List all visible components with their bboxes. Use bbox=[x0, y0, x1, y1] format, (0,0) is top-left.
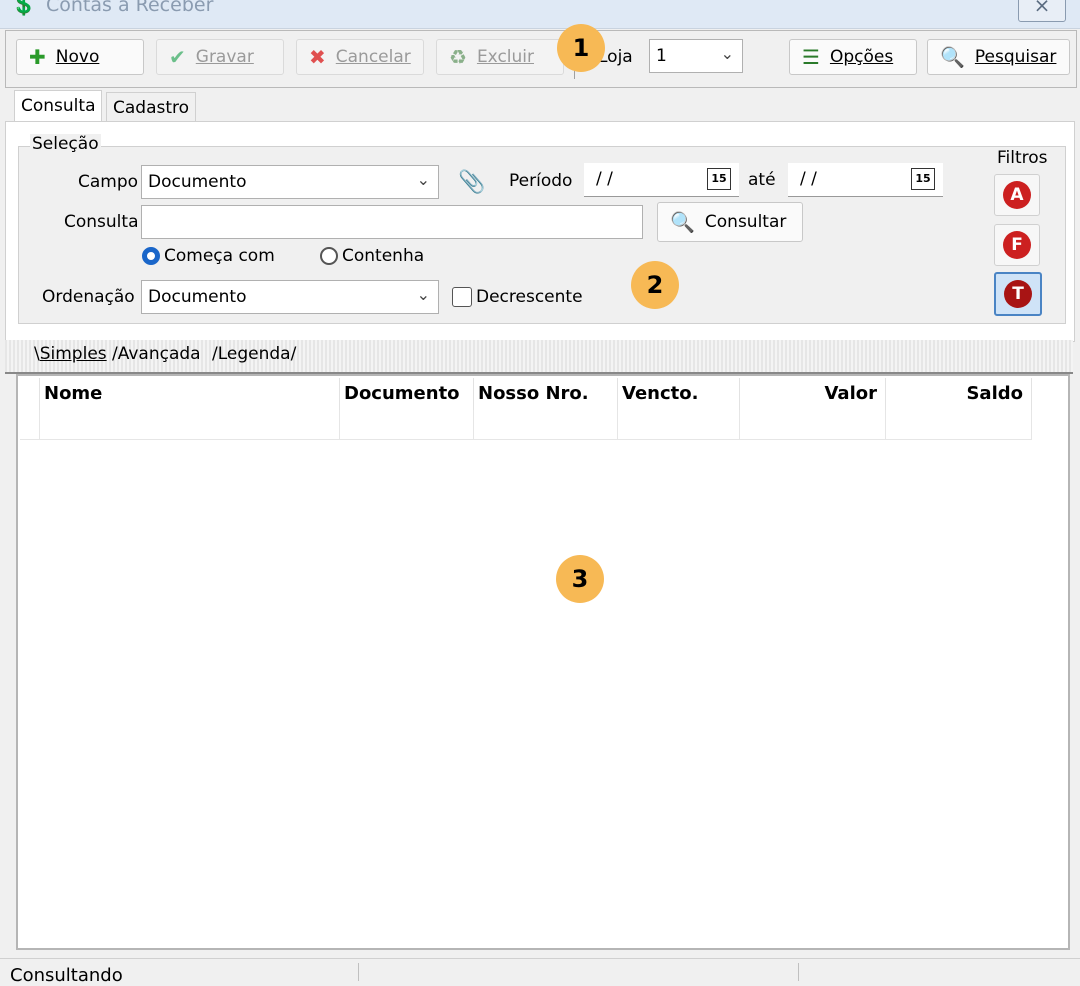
radio-contenha-label: Contenha bbox=[342, 246, 425, 266]
chevron-down-icon: ⌄ bbox=[416, 285, 430, 304]
subtab-avancada-label: Avançada bbox=[117, 344, 201, 364]
filtro-f-button[interactable]: F bbox=[994, 224, 1040, 266]
status-separator bbox=[798, 963, 799, 981]
radio-unselected-icon bbox=[320, 247, 338, 265]
checkbox-icon bbox=[452, 287, 472, 307]
filter-a-icon: A bbox=[1003, 181, 1031, 209]
filtro-t-button[interactable]: T bbox=[994, 272, 1042, 316]
radio-contenha[interactable]: Contenha bbox=[320, 246, 424, 266]
subtab-legenda-label: Legenda bbox=[217, 344, 291, 364]
consulta-input[interactable] bbox=[141, 205, 643, 239]
ordenacao-select[interactable]: Documento ⌄ bbox=[141, 280, 439, 314]
close-icon: ⨯ bbox=[1033, 0, 1051, 17]
novo-label: Novo bbox=[55, 47, 100, 67]
table-cell[interactable] bbox=[618, 410, 740, 440]
window-title: Contas a Receber bbox=[46, 0, 214, 16]
loja-select[interactable]: 1 ⌄ bbox=[649, 39, 743, 73]
pesquisar-button[interactable]: 🔍 Pesquisar bbox=[927, 39, 1070, 75]
col-header-documento[interactable]: Documento bbox=[340, 378, 474, 410]
selecao-label: Seleção bbox=[30, 134, 101, 154]
col-header-vencto[interactable]: Vencto. bbox=[618, 378, 740, 410]
periodo-from-value: / / bbox=[596, 169, 613, 189]
periodo-to-field[interactable]: / / 15 bbox=[788, 163, 943, 197]
filtro-a-button[interactable]: A bbox=[994, 174, 1040, 216]
periodo-from-field[interactable]: / / 15 bbox=[584, 163, 739, 197]
consultar-label: Consultar bbox=[704, 212, 787, 232]
table-cell[interactable] bbox=[740, 410, 886, 440]
consulta-label: Consulta bbox=[64, 212, 139, 232]
callout-badge-3: 3 bbox=[556, 555, 604, 603]
excluir-button[interactable]: ♻ Excluir bbox=[436, 39, 564, 75]
loja-value: 1 bbox=[656, 46, 667, 66]
ordenacao-value: Documento bbox=[148, 287, 247, 307]
ate-label: até bbox=[748, 170, 776, 190]
col-header-saldo[interactable]: Saldo bbox=[886, 378, 1032, 410]
new-document-icon: ✚ bbox=[29, 45, 46, 69]
opcoes-label: Opções bbox=[829, 47, 894, 67]
results-grid[interactable] bbox=[16, 374, 1070, 950]
col-header-nome[interactable]: Nome bbox=[40, 378, 340, 410]
status-bar: Consultando bbox=[0, 958, 1080, 986]
pesquisar-label: Pesquisar bbox=[974, 47, 1057, 67]
radio-comeca-com[interactable]: Começa com bbox=[142, 246, 275, 266]
paperclip-icon[interactable]: 📎 bbox=[458, 170, 485, 195]
subtab-legenda[interactable]: /Legenda/ bbox=[212, 344, 296, 364]
filter-t-icon: T bbox=[1004, 280, 1032, 308]
table-row[interactable] bbox=[20, 410, 40, 440]
status-separator bbox=[358, 963, 359, 981]
chevron-down-icon: ⌄ bbox=[416, 170, 430, 189]
cancel-icon: ✖ bbox=[309, 45, 326, 69]
decrescente-checkbox[interactable]: Decrescente bbox=[452, 287, 583, 307]
calendar-icon[interactable]: 15 bbox=[707, 168, 731, 190]
filtros-label: Filtros bbox=[997, 148, 1048, 168]
subtab-simples[interactable]: \Simples bbox=[34, 344, 107, 364]
radio-selected-icon bbox=[142, 247, 160, 265]
novo-button[interactable]: ✚ Novo bbox=[16, 39, 144, 75]
table-cell[interactable] bbox=[40, 410, 340, 440]
filter-f-icon: F bbox=[1003, 231, 1031, 259]
decrescente-label: Decrescente bbox=[476, 287, 583, 307]
campo-select[interactable]: Documento ⌄ bbox=[141, 165, 439, 199]
table-cell[interactable] bbox=[886, 410, 1032, 440]
col-header-valor[interactable]: Valor bbox=[740, 378, 886, 410]
consultar-button[interactable]: 🔍 Consultar bbox=[657, 202, 803, 242]
excluir-label: Excluir bbox=[476, 47, 534, 67]
chevron-down-icon: ⌄ bbox=[720, 44, 734, 63]
tab-consulta[interactable]: Consulta bbox=[14, 90, 103, 121]
filtros-panel: Filtros A F T bbox=[986, 148, 1054, 320]
col-header-nosso-nro[interactable]: Nosso Nro. bbox=[474, 378, 618, 410]
magnifier-icon: 🔍 bbox=[670, 210, 695, 234]
subtab-avancada[interactable]: /Avançada bbox=[112, 344, 201, 364]
periodo-label: Período bbox=[509, 171, 573, 191]
table-cell[interactable] bbox=[474, 410, 618, 440]
cancelar-button[interactable]: ✖ Cancelar bbox=[296, 39, 424, 75]
gravar-label: Gravar bbox=[195, 47, 254, 67]
list-icon: ☰ bbox=[802, 45, 820, 69]
table-cell[interactable] bbox=[340, 410, 474, 440]
gravar-button[interactable]: ✔ Gravar bbox=[156, 39, 284, 75]
money-icon: 💲 bbox=[10, 0, 38, 17]
toolbar: ✚ Novo ✔ Gravar ✖ Cancelar ♻ Excluir Loj… bbox=[5, 30, 1077, 88]
callout-badge-2: 2 bbox=[631, 261, 679, 309]
opcoes-button[interactable]: ☰ Opções bbox=[789, 39, 917, 75]
campo-value: Documento bbox=[148, 172, 247, 192]
subtab-simples-label: Simples bbox=[39, 344, 107, 364]
row-indicator-header bbox=[20, 378, 40, 410]
campo-label: Campo bbox=[78, 172, 139, 192]
radio-comeca-label: Começa com bbox=[164, 246, 275, 266]
check-icon: ✔ bbox=[169, 45, 186, 69]
title-bar: 💲 Contas a Receber ⨯ bbox=[0, 0, 1080, 29]
ordenacao-label: Ordenação bbox=[42, 287, 135, 307]
periodo-to-value: / / bbox=[800, 169, 817, 189]
calendar-icon[interactable]: 15 bbox=[911, 168, 935, 190]
cancelar-label: Cancelar bbox=[335, 47, 411, 67]
magnifier-icon: 🔍 bbox=[940, 45, 965, 69]
status-text: Consultando bbox=[10, 965, 123, 986]
tab-cadastro[interactable]: Cadastro bbox=[106, 92, 197, 123]
recycle-icon: ♻ bbox=[449, 45, 467, 69]
close-button[interactable]: ⨯ bbox=[1018, 0, 1066, 22]
callout-badge-1: 1 bbox=[557, 24, 605, 72]
